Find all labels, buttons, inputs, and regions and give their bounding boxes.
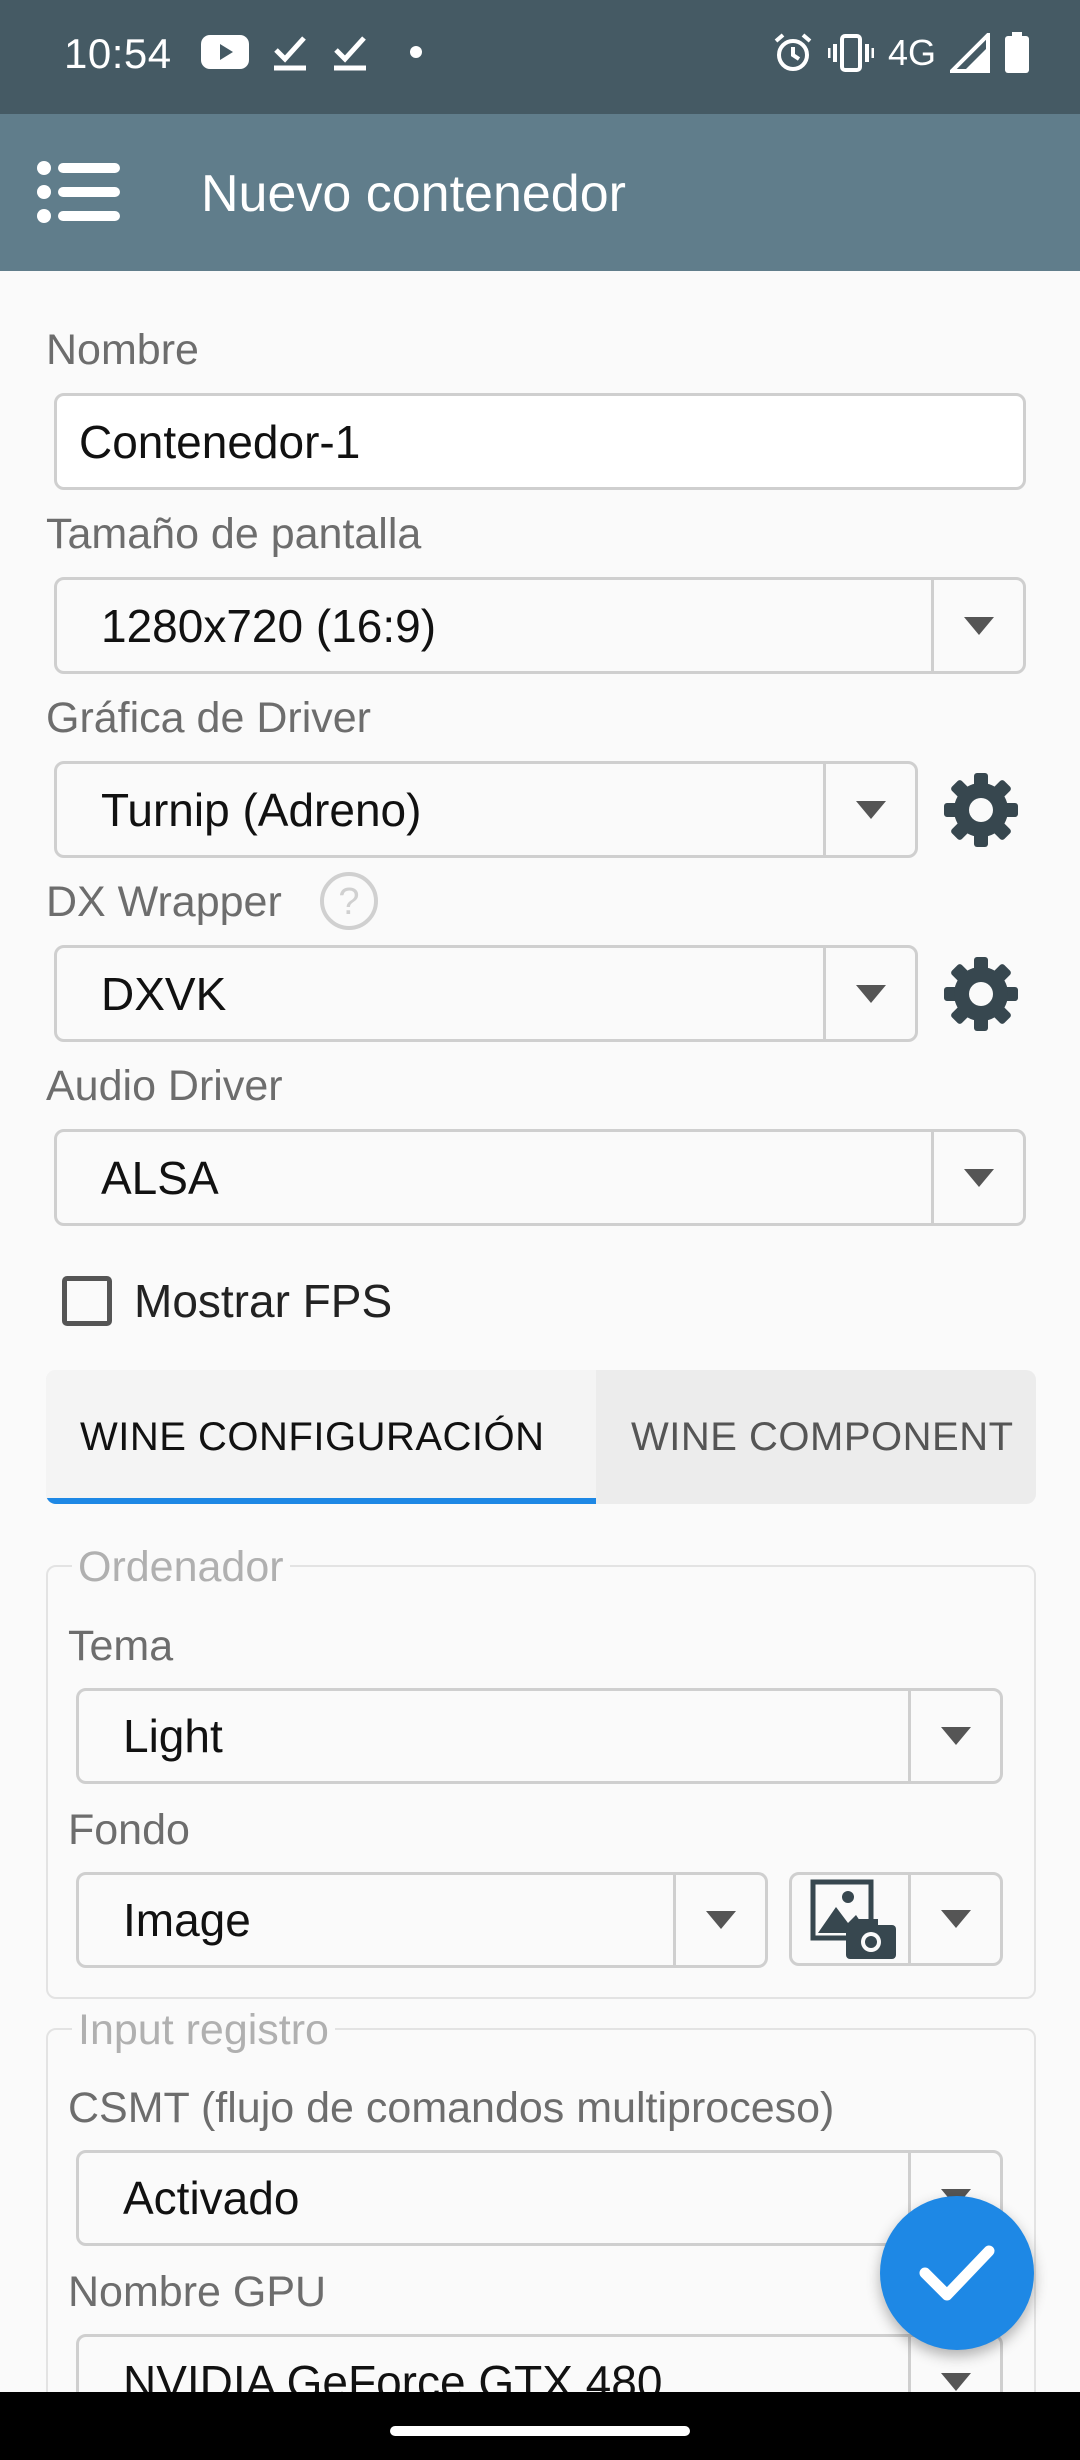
svg-text:?: ? [338, 881, 359, 923]
status-time: 10:54 [64, 30, 172, 77]
image-camera-icon [810, 1879, 896, 1959]
csmt-label: CSMT (flujo de comandos multiproceso) [68, 2084, 835, 2132]
signal-icon [950, 33, 990, 73]
dx-wrapper-select[interactable]: DXVK [54, 945, 918, 1042]
screen-size-select[interactable]: 1280x720 (16:9) [54, 577, 1026, 674]
theme-select[interactable]: Light [76, 1688, 1003, 1784]
help-icon[interactable]: ? [318, 870, 380, 932]
system-icons: 4G [772, 32, 1030, 74]
show-fps-row[interactable]: Mostrar FPS [62, 1274, 392, 1328]
dropdown-arrow [823, 948, 915, 1039]
gear-icon[interactable] [942, 955, 1020, 1033]
dropdown-arrow [931, 1132, 1023, 1223]
theme-value: Light [123, 1710, 223, 1762]
screen-size-value: 1280x720 (16:9) [101, 599, 437, 652]
check-icon [334, 36, 366, 71]
menu-icon[interactable] [36, 160, 120, 224]
dropdown-arrow [931, 580, 1023, 671]
tab-wine-config[interactable]: WINE CONFIGURACIÓN [46, 1370, 596, 1504]
tab-bar: WINE CONFIGURACIÓN WINE COMPONENT [46, 1370, 1036, 1504]
app-bar: Nuevo contenedor [0, 114, 1080, 271]
battery-icon [1005, 32, 1029, 73]
graphics-driver-value: Turnip (Adreno) [101, 783, 422, 836]
check-icon [919, 2245, 995, 2301]
background-label: Fondo [68, 1806, 190, 1854]
gpu-name-label: Nombre GPU [68, 2268, 327, 2316]
check-icon [274, 36, 306, 71]
page-title: Nuevo contenedor [201, 165, 626, 223]
show-fps-label: Mostrar FPS [134, 1275, 393, 1327]
chevron-down-icon [940, 1910, 971, 1928]
dropdown-arrow [673, 1875, 765, 1965]
network-type: 4G [887, 32, 936, 73]
show-fps-checkbox[interactable] [62, 1276, 112, 1326]
graphics-driver-label: Gráfica de Driver [46, 694, 371, 742]
navigation-bar [0, 2392, 1080, 2460]
alarm-icon [774, 33, 812, 71]
audio-driver-value: ALSA [101, 1151, 219, 1204]
registry-legend: Input registro [72, 2006, 335, 2055]
notification-icons [200, 32, 430, 72]
audio-driver-select[interactable]: ALSA [54, 1129, 1026, 1226]
screen-size-label: Tamaño de pantalla [46, 510, 422, 558]
dx-wrapper-label: DX Wrapper [46, 878, 282, 926]
csmt-value: Activado [123, 2172, 300, 2224]
chevron-down-icon [855, 800, 886, 819]
dot-icon [410, 46, 422, 58]
status-bar: 10:54 4G [0, 0, 1080, 114]
name-label: Nombre [46, 326, 199, 374]
audio-driver-label: Audio Driver [46, 1062, 283, 1110]
gesture-handle[interactable] [390, 2426, 690, 2436]
vibrate-icon [827, 34, 874, 72]
graphics-driver-select[interactable]: Turnip (Adreno) [54, 761, 918, 858]
chevron-down-icon [940, 2373, 971, 2391]
csmt-select[interactable]: Activado [76, 2150, 1003, 2246]
chevron-down-icon [855, 984, 886, 1003]
chevron-down-icon [705, 1911, 736, 1929]
dropdown-arrow [823, 764, 915, 855]
dropdown-arrow [908, 1691, 1000, 1781]
chevron-down-icon [940, 1727, 971, 1745]
wallpaper-picker[interactable] [789, 1872, 1003, 1966]
youtube-icon [201, 35, 249, 69]
background-select[interactable]: Image [76, 1872, 768, 1968]
background-value: Image [123, 1894, 251, 1946]
desktop-legend: Ordenador [72, 1543, 290, 1592]
name-field[interactable]: Contenedor-1 [54, 393, 1026, 490]
chevron-down-icon [963, 616, 994, 635]
dropdown-arrow [908, 1875, 1000, 1963]
tab-wine-components[interactable]: WINE COMPONENT [631, 1370, 1014, 1504]
gear-icon[interactable] [942, 771, 1020, 849]
tab-indicator [46, 1498, 596, 1504]
dx-wrapper-value: DXVK [101, 967, 227, 1020]
chevron-down-icon [963, 1168, 994, 1187]
theme-label: Tema [68, 1622, 174, 1670]
confirm-button[interactable] [880, 2196, 1034, 2350]
